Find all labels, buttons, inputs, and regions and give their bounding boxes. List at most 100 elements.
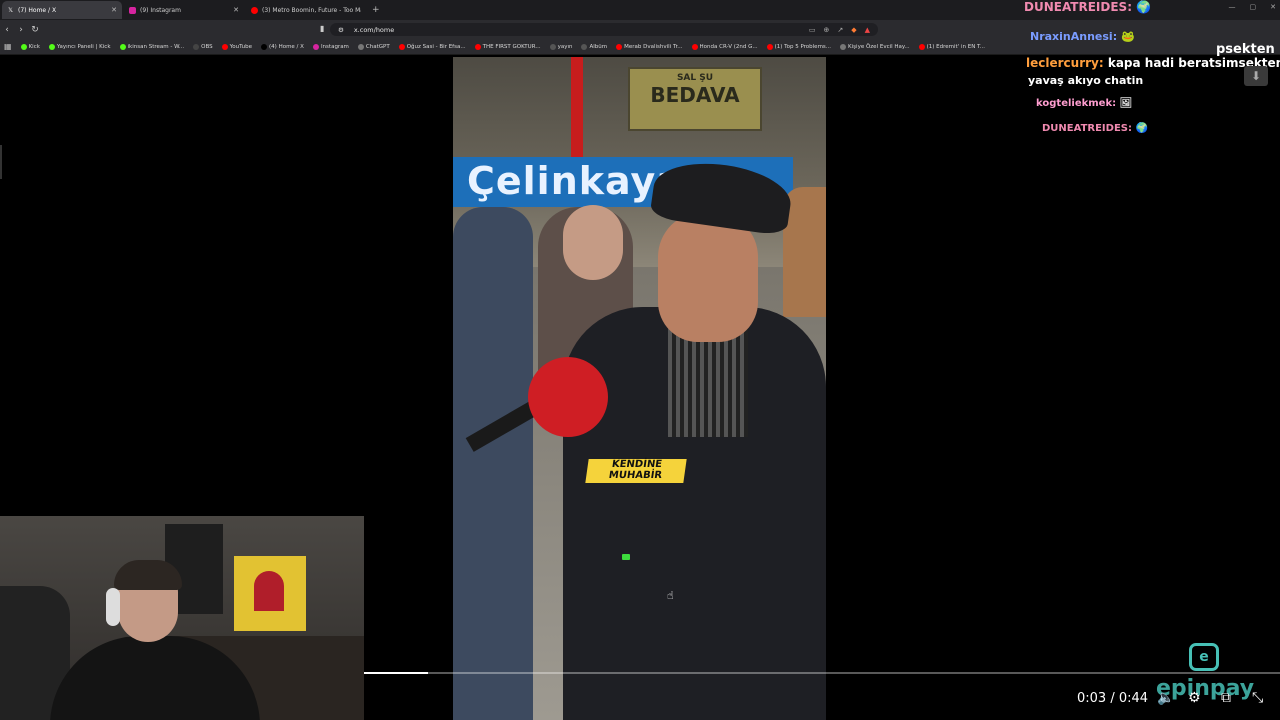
video-progress-bar[interactable] xyxy=(364,672,1280,674)
scroll-down-icon[interactable]: ⬇ xyxy=(1244,66,1268,86)
address-bar[interactable]: ⚙ x.com/home ▭ ⊕ ↗ ◆ ▲ xyxy=(330,23,878,36)
emote-icon: 🌍 xyxy=(1135,123,1148,134)
video-frame[interactable]: SAL ŞU BEDAVA Çelinkaya KENDİNE MUHABİR xyxy=(453,57,826,720)
zoom-icon[interactable]: ⊕ xyxy=(823,26,829,34)
bookmark-favicon-icon xyxy=(193,43,200,50)
new-tab-button[interactable]: + xyxy=(372,5,380,15)
epinpay-logo-icon: e xyxy=(1189,643,1219,671)
bookmark-label: ChatGPT xyxy=(365,43,390,50)
bookmark-favicon-icon xyxy=(840,43,847,50)
microphone-head xyxy=(528,357,608,437)
tab-x-home[interactable]: 𝕏 (7) Home / X ✕ xyxy=(2,1,122,19)
bookmark-favicon-icon xyxy=(312,43,319,50)
bookmark-favicon-icon xyxy=(20,43,27,50)
x-icon: 𝕏 xyxy=(8,6,13,14)
bookmark-favicon-icon xyxy=(616,43,623,50)
bookmark-favicon-icon xyxy=(581,43,588,50)
bookmark-item[interactable]: Honda CR-V (2nd G... xyxy=(691,43,758,50)
tab-youtube[interactable]: (3) Metro Boomin, Future - Too Many xyxy=(246,1,366,19)
bookmark-label: ikinsan Stream - W... xyxy=(127,43,185,50)
instagram-icon xyxy=(129,6,136,14)
bookmark-favicon-icon xyxy=(221,43,228,50)
mouse-cursor-icon: ☝ xyxy=(667,589,674,602)
tab-title: (7) Home / X xyxy=(18,6,57,14)
bookmark-item[interactable]: Albüm xyxy=(581,43,607,50)
reload-icon[interactable]: ↻ xyxy=(28,25,42,35)
bookmark-favicon-icon xyxy=(398,43,405,50)
screen-icon[interactable]: ▭ xyxy=(809,26,816,34)
bystander-face xyxy=(563,205,623,280)
bookmark-favicon-icon xyxy=(119,43,126,50)
brave-shield-icon[interactable]: ◆ xyxy=(851,26,856,34)
back-icon[interactable]: ‹ xyxy=(0,25,14,35)
bookmark-item[interactable]: OBS xyxy=(193,43,213,50)
bookmark-item[interactable]: Yayıncı Paneli | Kick xyxy=(48,43,111,50)
bookmark-label: Oğuz Sasi - Bir Efsa... xyxy=(406,43,466,50)
tab-instagram[interactable]: (9) Instagram ✕ xyxy=(124,1,244,19)
bookmark-label: Merab Dvalishvili Tr... xyxy=(624,43,683,50)
exit-fullscreen-icon[interactable]: ⤡ xyxy=(1252,690,1263,706)
bookmark-item[interactable]: Kick xyxy=(20,43,40,50)
bookmark-favicon-icon xyxy=(357,43,364,50)
bookmark-label: (4) Home / X xyxy=(269,43,304,50)
bookmark-item[interactable]: YouTube xyxy=(221,43,253,50)
popout-icon[interactable]: ⧉ xyxy=(1221,690,1231,706)
spiderman-poster xyxy=(234,556,306,631)
bookmark-label: (1) Edremit' in EN T... xyxy=(926,43,986,50)
bookmark-label: Honda CR-V (2nd G... xyxy=(699,43,758,50)
bookmark-item[interactable]: yayın xyxy=(549,43,573,50)
bookmark-label: Instagram xyxy=(320,43,349,50)
chat-message: NraxinAnnesi: 🐸 xyxy=(1030,30,1135,43)
bookmark-favicon-icon xyxy=(766,43,773,50)
bookmark-item[interactable]: THE FIRST GOKTUR... xyxy=(474,43,541,50)
emote-icon: 🐸 xyxy=(1120,30,1135,43)
chat-message: psekten xyxy=(1216,42,1275,57)
bookmark-item[interactable]: ChatGPT xyxy=(357,43,390,50)
forward-icon[interactable]: › xyxy=(14,25,28,35)
bookmark-favicon-icon xyxy=(918,43,925,50)
close-tab-icon[interactable]: ✕ xyxy=(233,6,239,14)
site-info-icon[interactable]: ⚙ xyxy=(338,26,344,34)
kendine-muhabir-logo: KENDİNE MUHABİR xyxy=(585,459,687,483)
bookmark-star-icon[interactable]: ▮ xyxy=(320,24,324,33)
share-icon[interactable]: ↗ xyxy=(837,26,843,34)
bookmark-item[interactable]: Instagram xyxy=(312,43,349,50)
bookmark-label: Yayıncı Paneli | Kick xyxy=(56,43,111,50)
rewards-icon[interactable]: ▲ xyxy=(865,26,870,34)
url-text: x.com/home xyxy=(353,25,395,34)
chat-message: DUNEATREIDES: 🌍 xyxy=(1024,0,1152,14)
bookmark-item[interactable]: Kişiye Özel Evcil Hay... xyxy=(840,43,910,50)
headset xyxy=(106,588,120,626)
bookmark-label: yayın xyxy=(557,43,573,50)
bookmark-label: YouTube xyxy=(229,43,253,50)
bystander-left xyxy=(453,207,533,720)
bookmark-label: (1) Top 5 Problems... xyxy=(774,43,832,50)
edge-marker xyxy=(0,145,2,179)
apps-grid-icon[interactable]: ▦ xyxy=(4,42,12,51)
volume-icon[interactable]: 🔈 xyxy=(1157,690,1174,706)
close-tab-icon[interactable]: ✕ xyxy=(111,6,117,14)
bookmark-item[interactable]: (1) Edremit' in EN T... xyxy=(918,43,986,50)
man-face xyxy=(658,212,758,342)
bookmark-item[interactable]: (1) Top 5 Problems... xyxy=(766,43,832,50)
bookmark-favicon-icon xyxy=(474,43,481,50)
emote-icon: 🖼 xyxy=(1119,98,1133,109)
bookmark-favicon-icon xyxy=(691,43,698,50)
progress-fill xyxy=(364,672,429,674)
chat-message: kogteliekmek: 🖼 xyxy=(1036,98,1133,109)
bookmark-favicon-icon xyxy=(549,43,556,50)
bookmark-label: Kişiye Özel Evcil Hay... xyxy=(848,43,910,50)
bookmark-item[interactable]: ikinsan Stream - W... xyxy=(119,43,185,50)
settings-gear-icon[interactable]: ⚙ xyxy=(1188,690,1201,706)
chat-message: leclercurry: kapa hadi beratsimsekten xyxy=(1026,56,1280,70)
bookmark-label: THE FIRST GOKTUR... xyxy=(482,43,541,50)
streamer-hair xyxy=(114,560,182,590)
bookmark-label: Kick xyxy=(28,43,40,50)
bookmark-item[interactable]: Oğuz Sasi - Bir Efsa... xyxy=(398,43,466,50)
webcam-feed xyxy=(0,516,364,720)
stream-chat-overlay: DUNEATREIDES: 🌍 NraxinAnnesi: 🐸 psekten … xyxy=(1016,0,1280,170)
tab-title: (3) Metro Boomin, Future - Too Many xyxy=(262,6,361,14)
chat-message: yavaş akıyo chatin xyxy=(1028,74,1144,87)
bookmark-item[interactable]: (4) Home / X xyxy=(261,43,304,50)
bookmark-item[interactable]: Merab Dvalishvili Tr... xyxy=(616,43,683,50)
